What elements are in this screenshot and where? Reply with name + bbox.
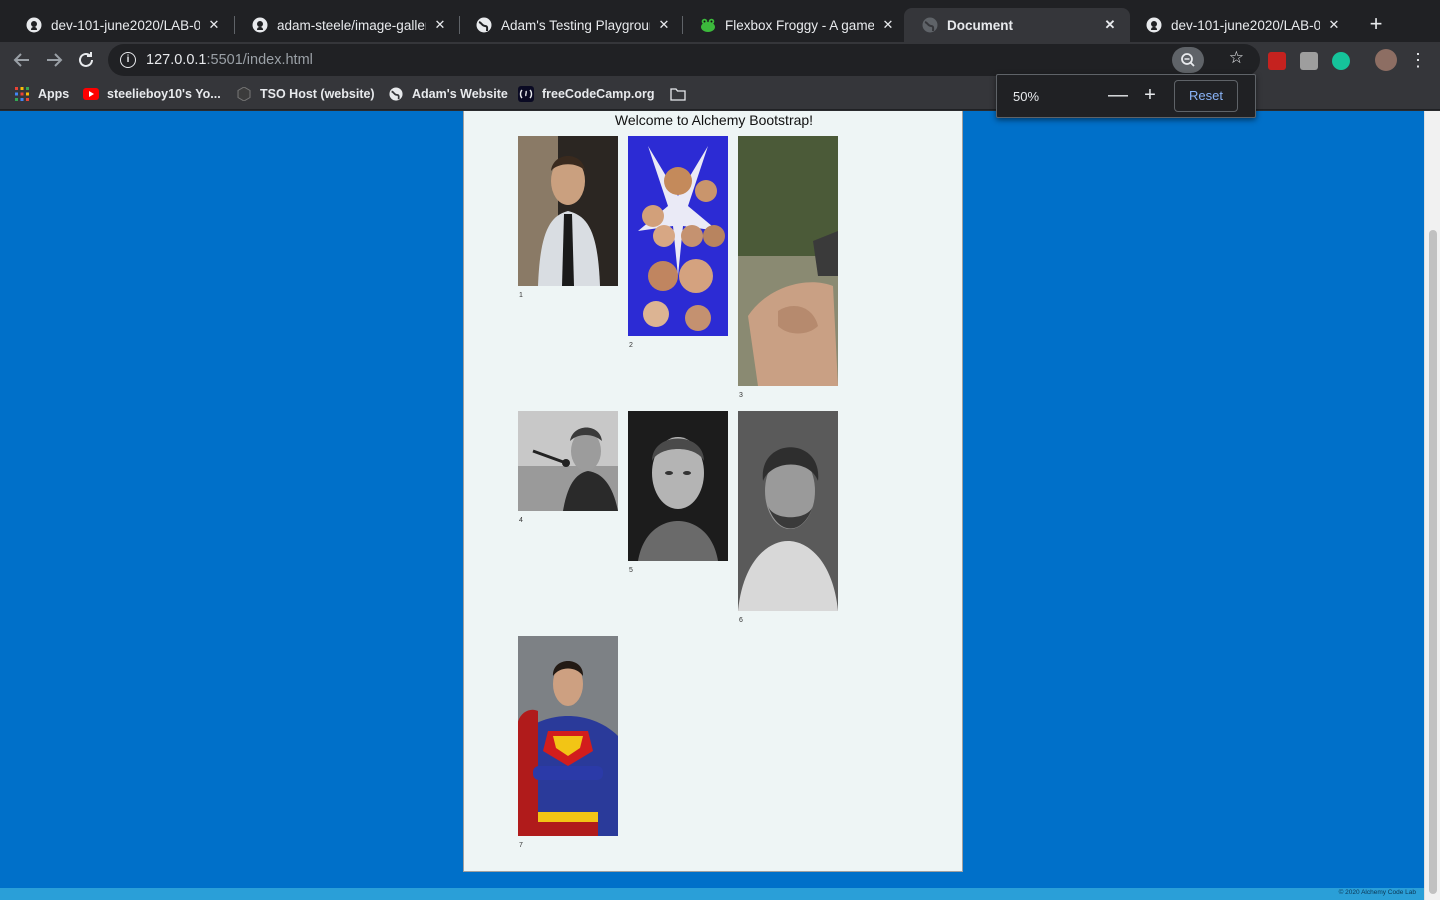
bookmark-apps[interactable]: Apps <box>14 85 69 103</box>
tab-testing-playground[interactable]: Adam's Testing Playground ✕ <box>458 8 684 42</box>
url-path: :5501/index.html <box>206 52 313 68</box>
bookmark-youtube[interactable]: steelieboy10's Yo... <box>83 85 221 103</box>
tab-close-icon[interactable]: ✕ <box>656 17 672 33</box>
scrollbar-thumb[interactable] <box>1429 230 1437 894</box>
tab-lab-02b-second[interactable]: dev-101-june2020/LAB-02b ✕ <box>1128 8 1354 42</box>
gallery-photo-2[interactable] <box>628 136 728 336</box>
extension-red-icon[interactable] <box>1268 52 1286 70</box>
bookmark-label: steelieboy10's Yo... <box>107 87 221 101</box>
gallery-photo-4[interactable] <box>518 411 618 511</box>
zoom-out-button[interactable]: — <box>1107 85 1129 107</box>
gallery-caption: 7 <box>519 842 523 849</box>
bookmark-label: Adam's Website <box>412 87 508 101</box>
gallery-caption: 2 <box>629 342 633 349</box>
bookmark-adams-website[interactable]: Adam's Website <box>388 85 508 103</box>
avatar[interactable] <box>1375 49 1397 71</box>
tab-title: adam-steele/image-gallery <box>277 17 426 33</box>
bookmark-freecodecamp[interactable]: freeCodeCamp.org <box>518 85 655 103</box>
gallery-photo-1[interactable] <box>518 136 618 286</box>
more-menu-icon[interactable]: ⋮ <box>1406 48 1430 72</box>
gallery-photo-3[interactable] <box>738 136 838 386</box>
gallery-photo-7[interactable] <box>518 636 618 836</box>
gallery-photo-5[interactable] <box>628 411 728 561</box>
gallery-item: 1 <box>518 136 618 299</box>
youtube-icon <box>83 86 99 102</box>
zoom-in-button[interactable]: + <box>1139 85 1161 107</box>
github-icon <box>26 17 42 33</box>
page-title: Welcome to Alchemy Bootstrap! <box>614 112 814 128</box>
address-bar[interactable]: i 127.0.0.1:5501/index.html ☆ <box>108 44 1260 76</box>
gallery-item: 6 <box>738 411 838 624</box>
gallery-caption: 3 <box>739 392 743 399</box>
gallery-caption: 6 <box>739 617 743 624</box>
tab-close-icon[interactable]: ✕ <box>880 17 896 33</box>
tab-title: Flexbox Froggy - A game fo <box>725 17 874 33</box>
gallery-caption: 4 <box>519 517 523 524</box>
forward-arrow-icon[interactable] <box>42 48 66 72</box>
page-scrollbar[interactable] <box>1424 111 1440 900</box>
tab-flexbox-froggy[interactable]: Flexbox Froggy - A game fo ✕ <box>682 8 908 42</box>
reload-icon[interactable] <box>74 48 98 72</box>
frog-icon <box>700 17 716 33</box>
tso-icon <box>236 86 252 102</box>
grammarly-icon[interactable] <box>1332 52 1350 70</box>
tab-close-icon[interactable]: ✕ <box>432 17 448 33</box>
tab-strip: dev-101-june2020/LAB-02b ✕ adam-steele/i… <box>0 0 1440 42</box>
github-icon <box>1146 17 1162 33</box>
tab-image-gallery[interactable]: adam-steele/image-gallery ✕ <box>234 8 460 42</box>
globe-icon <box>922 17 938 33</box>
gallery-item: 2 <box>628 136 728 349</box>
zoom-popup: 50% — + Reset <box>996 74 1256 118</box>
gallery-item: 4 <box>518 411 618 524</box>
tab-close-icon[interactable]: ✕ <box>1326 17 1342 33</box>
back-arrow-icon[interactable] <box>10 48 34 72</box>
page-viewport: Welcome to Alchemy Bootstrap! 1 2 3 4 5 … <box>0 111 1440 900</box>
apps-grid-icon <box>14 86 30 102</box>
zoom-level: 50% <box>1013 89 1040 104</box>
folder-icon <box>670 86 686 102</box>
gallery-caption: 1 <box>519 292 523 299</box>
bookmark-label: freeCodeCamp.org <box>542 87 655 101</box>
zoom-reset-button[interactable]: Reset <box>1174 80 1238 112</box>
freecodecamp-icon <box>518 86 534 102</box>
footer-copyright: © 2020 Alchemy Code Lab <box>1338 889 1416 896</box>
url-host: 127.0.0.1 <box>146 52 207 68</box>
new-tab-button[interactable]: + <box>1366 13 1386 37</box>
tab-title: Document <box>947 17 1014 33</box>
tab-title: dev-101-june2020/LAB-02b <box>51 17 200 33</box>
page-footer: © 2020 Alchemy Code Lab <box>0 888 1424 900</box>
github-icon <box>252 17 268 33</box>
gallery-item: 3 <box>738 136 838 399</box>
tab-title: dev-101-june2020/LAB-02b <box>1171 17 1320 33</box>
gallery-photo-6[interactable] <box>738 411 838 611</box>
tab-title: Adam's Testing Playground <box>501 17 650 33</box>
bookmark-label: Apps <box>38 87 70 101</box>
site-info-icon[interactable]: i <box>120 52 136 68</box>
bookmark-label: TSO Host (website) <box>260 87 375 101</box>
globe-icon <box>388 86 404 102</box>
bookmark-folder[interactable] <box>670 85 694 103</box>
gallery-caption: 5 <box>629 567 633 574</box>
gallery-item: 5 <box>628 411 728 574</box>
extension-grey-icon[interactable] <box>1300 52 1318 70</box>
gallery-container: Welcome to Alchemy Bootstrap! 1 2 3 4 5 … <box>463 111 963 872</box>
tab-close-icon[interactable]: ✕ <box>206 17 222 33</box>
tab-close-icon[interactable]: ✕ <box>1102 17 1118 33</box>
globe-icon <box>476 17 492 33</box>
bookmark-tso-host[interactable]: TSO Host (website) <box>236 85 375 103</box>
bookmark-star-icon[interactable]: ☆ <box>1229 48 1244 68</box>
tab-document[interactable]: Document ✕ <box>904 8 1130 42</box>
browser-toolbar: i 127.0.0.1:5501/index.html ☆ ⋮ <box>0 42 1440 78</box>
gallery-item: 7 <box>518 636 618 849</box>
zoom-magnifier-icon[interactable] <box>1172 47 1204 73</box>
tab-lab-02b[interactable]: dev-101-june2020/LAB-02b ✕ <box>8 8 234 42</box>
